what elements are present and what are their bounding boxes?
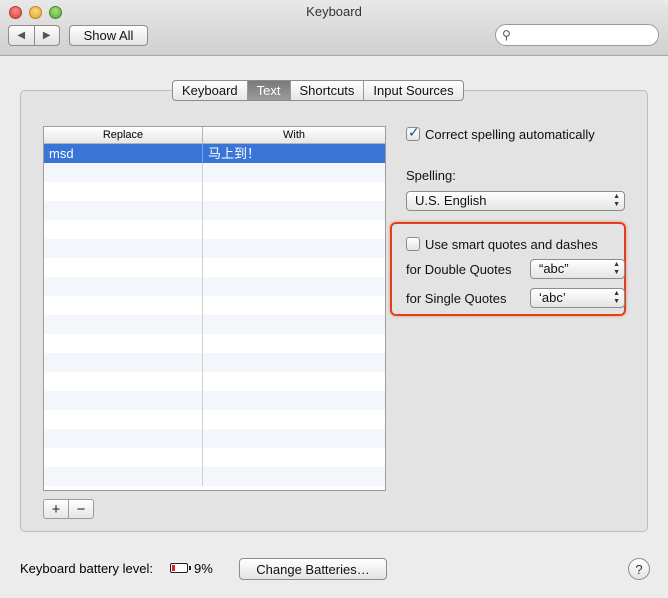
single-quotes-value: ‘abc’: [539, 290, 566, 305]
with-cell[interactable]: [203, 258, 385, 277]
table-row[interactable]: [44, 220, 385, 239]
replace-cell[interactable]: [44, 182, 203, 201]
help-button[interactable]: ?: [628, 558, 650, 580]
single-quotes-select[interactable]: ‘abc’ ▲ ▼: [530, 288, 625, 308]
with-cell[interactable]: [203, 296, 385, 315]
replace-cell[interactable]: [44, 391, 203, 410]
with-cell[interactable]: [203, 315, 385, 334]
double-quotes-value: “abc”: [539, 261, 569, 276]
with-cell[interactable]: [203, 372, 385, 391]
with-cell[interactable]: 马上到！: [203, 144, 385, 163]
text-replacement-table[interactable]: Replace With msd 马上到！: [43, 126, 386, 491]
table-row[interactable]: [44, 163, 385, 182]
with-cell[interactable]: [203, 410, 385, 429]
back-forward-control: ◀ ▶: [8, 25, 60, 46]
updown-arrows-icon: ▲ ▼: [613, 290, 620, 305]
with-cell[interactable]: [203, 277, 385, 296]
table-row[interactable]: [44, 201, 385, 220]
replace-cell[interactable]: [44, 277, 203, 296]
with-cell[interactable]: [203, 163, 385, 182]
table-row[interactable]: [44, 315, 385, 334]
table-row[interactable]: [44, 182, 385, 201]
replace-cell[interactable]: [44, 467, 203, 486]
updown-arrows-icon: ▲ ▼: [613, 261, 620, 276]
window-title: Keyboard: [306, 4, 362, 19]
toolbar: Keyboard ◀ ▶ Show All ⚲: [0, 0, 668, 56]
with-cell[interactable]: [203, 353, 385, 372]
tab-bar: Keyboard Text Shortcuts Input Sources: [172, 80, 464, 101]
forward-arrow-icon[interactable]: ▶: [35, 26, 60, 45]
replace-cell[interactable]: [44, 353, 203, 372]
replace-cell[interactable]: [44, 220, 203, 239]
spelling-value: U.S. English: [415, 193, 487, 208]
table-row[interactable]: [44, 410, 385, 429]
search-icon: ⚲: [502, 28, 511, 42]
with-cell[interactable]: [203, 429, 385, 448]
with-cell[interactable]: [203, 391, 385, 410]
replace-cell[interactable]: [44, 315, 203, 334]
table-row[interactable]: [44, 239, 385, 258]
replace-cell[interactable]: [44, 296, 203, 315]
with-cell[interactable]: [203, 448, 385, 467]
tab-shortcuts[interactable]: Shortcuts: [291, 81, 365, 100]
replace-cell[interactable]: [44, 334, 203, 353]
replace-cell[interactable]: [44, 258, 203, 277]
spelling-label: Spelling:: [406, 168, 456, 183]
double-quotes-label: for Double Quotes: [406, 262, 512, 277]
replace-cell[interactable]: [44, 372, 203, 391]
spelling-select[interactable]: U.S. English ▲ ▼: [406, 191, 625, 211]
smart-quotes-label[interactable]: Use smart quotes and dashes: [425, 237, 598, 252]
table-row[interactable]: [44, 353, 385, 372]
table-header: Replace With: [44, 127, 385, 144]
battery-percent: 9%: [194, 561, 213, 576]
table-row[interactable]: [44, 258, 385, 277]
table-row[interactable]: [44, 467, 385, 486]
add-row-button[interactable]: +: [43, 499, 69, 519]
table-row[interactable]: [44, 277, 385, 296]
back-arrow-icon[interactable]: ◀: [9, 26, 35, 45]
show-all-button[interactable]: Show All: [69, 25, 148, 46]
remove-row-button[interactable]: −: [68, 499, 94, 519]
table-row[interactable]: [44, 391, 385, 410]
table-row[interactable]: [44, 296, 385, 315]
preferences-window: Keyboard ◀ ▶ Show All ⚲ Keyboard Text Sh…: [0, 0, 668, 598]
search-field[interactable]: ⚲: [495, 24, 659, 46]
battery-icon: [170, 563, 191, 573]
with-cell[interactable]: [203, 467, 385, 486]
replace-cell[interactable]: [44, 429, 203, 448]
double-quotes-select[interactable]: “abc” ▲ ▼: [530, 259, 625, 279]
table-row[interactable]: [44, 334, 385, 353]
battery-level-label: Keyboard battery level:: [20, 561, 153, 576]
single-quotes-label: for Single Quotes: [406, 291, 507, 306]
correct-spelling-label[interactable]: Correct spelling automatically: [425, 127, 595, 142]
table-row[interactable]: [44, 448, 385, 467]
column-header-with[interactable]: With: [203, 127, 385, 143]
smart-quotes-checkbox[interactable]: [406, 237, 420, 251]
replace-cell[interactable]: [44, 163, 203, 182]
with-cell[interactable]: [203, 201, 385, 220]
with-cell[interactable]: [203, 239, 385, 258]
with-cell[interactable]: [203, 334, 385, 353]
replace-cell[interactable]: [44, 201, 203, 220]
updown-arrows-icon: ▲ ▼: [613, 193, 620, 208]
change-batteries-button[interactable]: Change Batteries…: [239, 558, 387, 580]
table-row[interactable]: [44, 429, 385, 448]
replace-cell[interactable]: msd: [44, 144, 203, 163]
replace-cell[interactable]: [44, 410, 203, 429]
replace-cell[interactable]: [44, 239, 203, 258]
with-cell[interactable]: [203, 182, 385, 201]
tab-text[interactable]: Text: [247, 81, 291, 100]
table-row[interactable]: [44, 372, 385, 391]
tab-input-sources[interactable]: Input Sources: [364, 81, 462, 100]
tab-keyboard[interactable]: Keyboard: [173, 81, 248, 100]
replace-cell[interactable]: [44, 448, 203, 467]
column-header-replace[interactable]: Replace: [44, 127, 203, 143]
table-body: msd 马上到！: [44, 144, 385, 486]
correct-spelling-checkbox[interactable]: [406, 124, 420, 141]
table-row[interactable]: msd 马上到！: [44, 144, 385, 163]
with-cell[interactable]: [203, 220, 385, 239]
